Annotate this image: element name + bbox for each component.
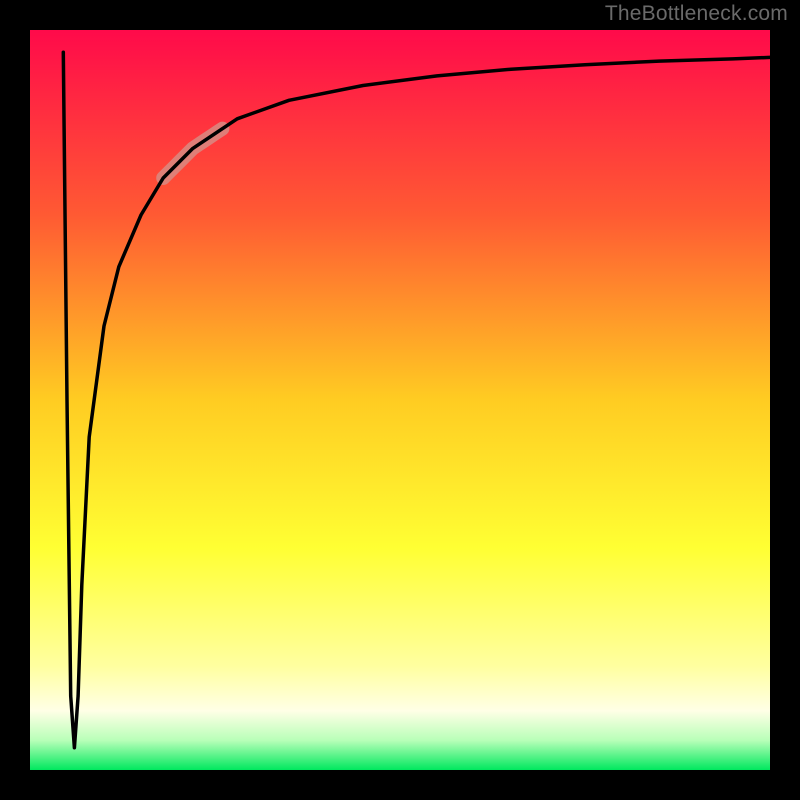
chart-gradient-bg bbox=[30, 30, 770, 770]
bottleneck-chart bbox=[0, 0, 800, 800]
chart-stage: TheBottleneck.com bbox=[0, 0, 800, 800]
